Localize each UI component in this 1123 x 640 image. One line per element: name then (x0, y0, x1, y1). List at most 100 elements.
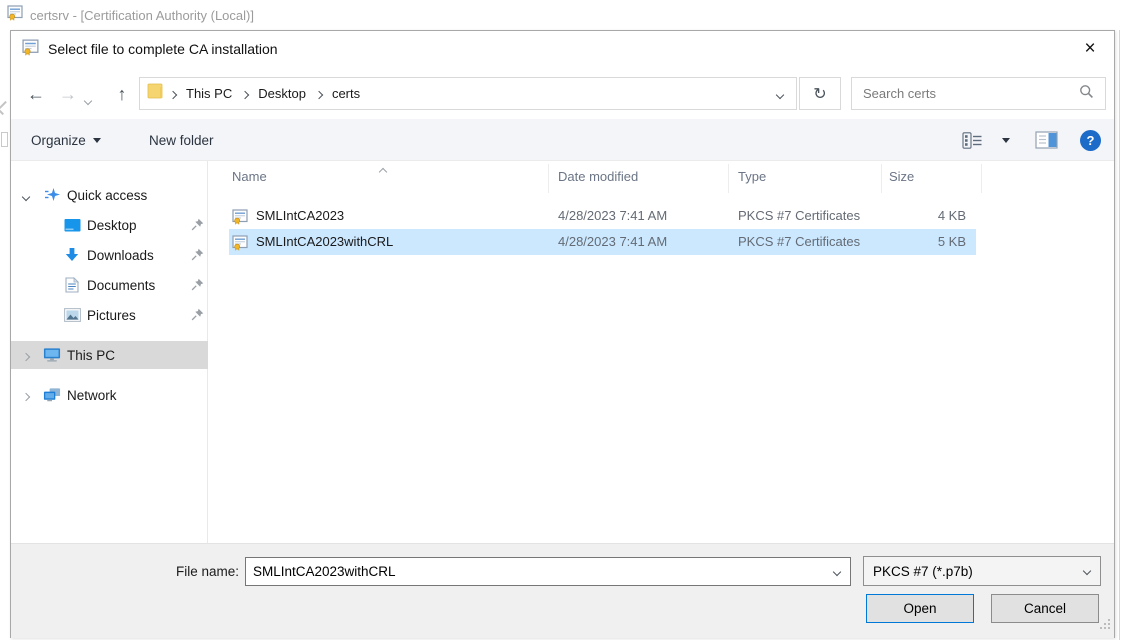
address-bar[interactable]: This PC Desktop certs (139, 77, 797, 110)
column-header-name[interactable]: Name (232, 169, 267, 184)
dialog-footer: File name: PKCS #7 (*.p7b) Open Cancel (11, 543, 1114, 638)
column-header-date-modified[interactable]: Date modified (558, 169, 638, 184)
file-size: 4 KB (888, 208, 966, 223)
sidebar-label: Network (67, 388, 117, 403)
help-button[interactable]: ? (1080, 119, 1101, 161)
certificate-icon (22, 38, 40, 61)
file-name-combobox (245, 557, 851, 586)
sidebar-item-downloads[interactable]: Downloads (11, 241, 208, 269)
file-type: PKCS #7 Certificates (738, 234, 860, 249)
pin-icon[interactable] (191, 308, 204, 324)
chevron-right-icon[interactable] (23, 388, 29, 403)
file-name-dropdown-button[interactable] (824, 558, 850, 585)
search-icon[interactable] (1079, 84, 1094, 104)
chevron-down-icon (776, 90, 784, 98)
downloads-icon (63, 246, 81, 264)
refresh-icon: ↻ (813, 84, 826, 104)
breadcrumb-desktop[interactable]: Desktop (249, 86, 315, 101)
dialog-title: Select file to complete CA installation (48, 41, 278, 57)
navigation-bar: ← → ↑ This PC Desktop certs ↻ (11, 67, 1114, 119)
chevron-down-icon (93, 138, 101, 143)
change-view-button[interactable] (962, 119, 983, 161)
details-view-icon (962, 132, 983, 149)
up-icon: ↑ (118, 84, 127, 105)
background-window-edge (0, 30, 10, 640)
file-row-selected[interactable]: SMLIntCA2023withCRL 4/28/2023 7:41 AM PK… (208, 229, 1114, 255)
dialog-content: Quick access Desktop (11, 161, 1114, 543)
breadcrumb-separator-icon (316, 85, 322, 103)
organize-label: Organize (31, 133, 86, 148)
pin-icon[interactable] (191, 248, 204, 264)
file-list: Name Date modified Type Size SMLIntCA202… (208, 161, 1114, 543)
certificate-file-icon (232, 234, 249, 254)
column-header-type[interactable]: Type (738, 169, 766, 184)
preview-pane-icon (1035, 131, 1058, 149)
quick-access-icon (43, 186, 61, 204)
sidebar-item-documents[interactable]: Documents (11, 271, 208, 299)
file-type-combobox[interactable]: PKCS #7 (*.p7b) (863, 556, 1101, 586)
organize-button[interactable]: Organize (31, 119, 101, 161)
file-date-modified: 4/28/2023 7:41 AM (558, 208, 667, 223)
new-folder-button[interactable]: New folder (149, 119, 214, 161)
navigation-pane: Quick access Desktop (11, 161, 208, 543)
breadcrumb-separator-icon (170, 85, 176, 103)
pictures-icon (63, 306, 81, 324)
chevron-down-icon[interactable] (23, 188, 29, 203)
documents-icon (63, 276, 81, 294)
sidebar-item-network[interactable]: Network (11, 381, 208, 409)
background-window-titlebar: certsrv - [Certification Authority (Loca… (0, 0, 1123, 30)
close-button[interactable]: × (1074, 35, 1106, 63)
background-toolbar-fragment (1, 132, 8, 147)
background-window-edge-right (1119, 30, 1120, 640)
cancel-button[interactable]: Cancel (991, 594, 1099, 623)
background-window-title: certsrv - [Certification Authority (Loca… (30, 8, 254, 23)
breadcrumb-separator-icon (242, 85, 248, 103)
pin-icon[interactable] (191, 218, 204, 234)
dialog-titlebar[interactable]: Select file to complete CA installation … (11, 31, 1114, 67)
open-file-dialog: Select file to complete CA installation … (10, 30, 1115, 638)
file-type: PKCS #7 Certificates (738, 208, 860, 223)
folder-icon (147, 83, 165, 104)
forward-button[interactable]: → (55, 81, 81, 107)
search-input[interactable] (852, 86, 1079, 101)
resize-grip[interactable] (1099, 617, 1111, 635)
sidebar-label: Desktop (87, 218, 137, 233)
file-name: SMLIntCA2023withCRL (256, 234, 393, 249)
open-button[interactable]: Open (866, 594, 974, 623)
file-row[interactable]: SMLIntCA2023 4/28/2023 7:41 AM PKCS #7 C… (208, 203, 1114, 229)
file-size: 5 KB (888, 234, 966, 249)
sort-ascending-icon (380, 163, 386, 178)
address-dropdown-button[interactable] (777, 85, 783, 103)
file-name-label: File name: (11, 564, 239, 579)
forward-icon: → (59, 84, 77, 105)
column-headers: Name Date modified Type Size (208, 161, 1114, 193)
column-header-size[interactable]: Size (889, 169, 914, 184)
chevron-down-icon (1074, 557, 1100, 585)
new-folder-label: New folder (149, 133, 214, 148)
up-button[interactable]: ↑ (109, 81, 135, 107)
sidebar-item-pictures[interactable]: Pictures (11, 301, 208, 329)
chevron-down-icon (84, 97, 92, 105)
view-options-dropdown[interactable] (995, 119, 1010, 161)
sidebar-item-this-pc[interactable]: This PC (11, 341, 208, 369)
sidebar-label: This PC (67, 348, 115, 363)
command-toolbar: Organize New folder (11, 119, 1114, 161)
file-date-modified: 4/28/2023 7:41 AM (558, 234, 667, 249)
recent-locations-button[interactable] (85, 91, 91, 109)
breadcrumb-certs[interactable]: certs (323, 86, 369, 101)
file-name-input[interactable] (246, 564, 824, 579)
sidebar-item-desktop[interactable]: Desktop (11, 211, 208, 239)
file-type-value: PKCS #7 (*.p7b) (864, 564, 1074, 579)
chevron-down-icon (1002, 138, 1010, 143)
preview-pane-button[interactable] (1035, 119, 1058, 161)
back-button[interactable]: ← (23, 81, 49, 107)
pin-icon[interactable] (191, 278, 204, 294)
network-icon (43, 386, 61, 404)
help-icon: ? (1080, 130, 1101, 151)
chevron-down-icon (833, 567, 841, 575)
breadcrumb-this-pc[interactable]: This PC (177, 86, 241, 101)
refresh-button[interactable]: ↻ (799, 77, 841, 110)
chevron-right-icon[interactable] (23, 348, 29, 363)
sidebar-label: Quick access (67, 188, 147, 203)
sidebar-item-quick-access[interactable]: Quick access (11, 181, 208, 209)
